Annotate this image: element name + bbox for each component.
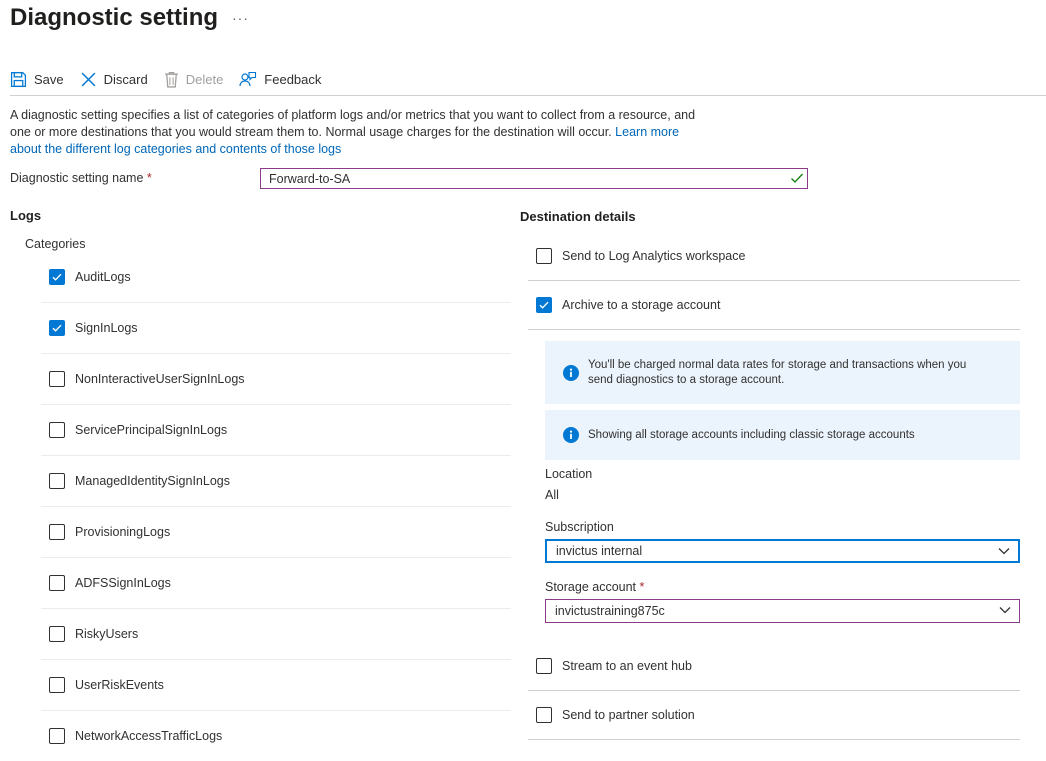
info-icon (563, 427, 579, 443)
category-label: NonInteractiveUserSignInLogs (75, 372, 245, 386)
event-hub-option[interactable]: Stream to an event hub (528, 642, 1020, 691)
category-checkbox[interactable] (49, 320, 65, 336)
storage-account-checkbox[interactable] (536, 297, 552, 313)
category-checkbox[interactable] (49, 473, 65, 489)
storage-account-value: invictustraining875c (555, 604, 665, 618)
partner-solution-option[interactable]: Send to partner solution (528, 691, 1020, 740)
info-icon (563, 364, 579, 381)
category-label: ServicePrincipalSignInLogs (75, 423, 228, 437)
category-row[interactable]: ProvisioningLogs (41, 507, 511, 558)
category-row[interactable]: ServicePrincipalSignInLogs (41, 405, 511, 456)
command-bar: Save Discard Delete Feedback (10, 66, 337, 92)
category-checkbox[interactable] (49, 371, 65, 387)
feedback-icon (239, 71, 257, 86)
storage-account-dropdown[interactable]: invictustraining875c (545, 599, 1020, 623)
category-checkbox[interactable] (49, 677, 65, 693)
trash-icon (164, 71, 178, 88)
info-banner-charges: You'll be charged normal data rates for … (545, 341, 1020, 404)
subscription-dropdown[interactable]: invictus internal (545, 539, 1020, 563)
partner-solution-label: Send to partner solution (562, 708, 695, 722)
close-icon (81, 72, 96, 86)
category-label: ADFSSignInLogs (75, 576, 171, 590)
storage-account-option[interactable]: Archive to a storage account (528, 281, 1020, 330)
logs-heading: Logs (10, 208, 42, 223)
save-button[interactable]: Save (10, 71, 64, 88)
category-row[interactable]: ADFSSignInLogs (41, 558, 511, 609)
category-checkbox[interactable] (49, 269, 65, 285)
subscription-label: Subscription (545, 520, 614, 534)
setting-name-input[interactable] (260, 168, 808, 189)
info-classic-text: Showing all storage accounts including c… (588, 428, 915, 441)
event-hub-checkbox[interactable] (536, 658, 552, 674)
log-analytics-option[interactable]: Send to Log Analytics workspace (528, 232, 1020, 281)
discard-button[interactable]: Discard (80, 71, 148, 88)
storage-account-label-text: Storage account (545, 580, 637, 594)
description: A diagnostic setting specifies a list of… (10, 107, 710, 158)
save-label: Save (34, 71, 64, 87)
chevron-down-icon (999, 607, 1011, 614)
category-checkbox[interactable] (49, 524, 65, 540)
category-label: RiskyUsers (75, 627, 139, 641)
category-checkbox[interactable] (49, 422, 65, 438)
checkmark-icon (52, 273, 62, 281)
log-analytics-label: Send to Log Analytics workspace (562, 249, 746, 263)
categories-heading: Categories (25, 237, 86, 251)
delete-button[interactable]: Delete (164, 71, 224, 88)
log-analytics-checkbox[interactable] (536, 248, 552, 264)
event-hub-label: Stream to an event hub (562, 659, 692, 673)
category-row[interactable]: NonInteractiveUserSignInLogs (41, 354, 511, 405)
category-row[interactable]: ManagedIdentitySignInLogs (41, 456, 511, 507)
category-row[interactable]: UserRiskEvents (41, 660, 511, 711)
category-row[interactable]: AuditLogs (41, 252, 511, 303)
category-label: UserRiskEvents (75, 678, 164, 692)
info-banner-classic: Showing all storage accounts including c… (545, 410, 1020, 460)
category-label: ProvisioningLogs (75, 525, 171, 539)
category-row[interactable]: SignInLogs (41, 303, 511, 354)
category-label: SignInLogs (75, 321, 138, 335)
info-charges-text: You'll be charged normal data rates for … (588, 358, 967, 386)
chevron-down-icon (998, 548, 1010, 555)
page-title: Diagnostic setting (10, 4, 219, 31)
feedback-button[interactable]: Feedback (239, 71, 321, 88)
destination-heading: Destination details (520, 209, 636, 224)
checkmark-icon (791, 173, 803, 183)
toolbar-divider (10, 95, 1046, 96)
required-mark: * (146, 171, 152, 185)
feedback-label: Feedback (264, 71, 322, 87)
save-icon (10, 71, 27, 87)
discard-label: Discard (103, 71, 148, 87)
storage-account-label: Storage account * (545, 580, 644, 594)
category-row[interactable]: NetworkAccessTrafficLogs (41, 711, 511, 761)
checkmark-icon (539, 301, 549, 309)
category-checkbox[interactable] (49, 575, 65, 591)
category-row[interactable]: RiskyUsers (41, 609, 511, 660)
delete-label: Delete (185, 71, 224, 87)
category-label: NetworkAccessTrafficLogs (75, 729, 223, 743)
location-label: Location (545, 467, 593, 481)
setting-name-label: Diagnostic setting name * (10, 171, 152, 185)
partner-solution-checkbox[interactable] (536, 707, 552, 723)
categories-list: AuditLogs SignInLogs NonInteractiveUserS… (41, 252, 511, 761)
required-mark: * (639, 580, 645, 594)
subscription-value: invictus internal (556, 544, 643, 558)
description-text: A diagnostic setting specifies a list of… (10, 108, 696, 139)
more-options-button[interactable]: ··· (232, 10, 249, 26)
category-label: ManagedIdentitySignInLogs (75, 474, 230, 488)
checkmark-icon (52, 324, 62, 332)
location-value: All (545, 488, 559, 502)
storage-account-option-label: Archive to a storage account (562, 298, 721, 312)
category-checkbox[interactable] (49, 626, 65, 642)
category-label: AuditLogs (75, 270, 131, 284)
setting-name-label-text: Diagnostic setting name (10, 171, 144, 185)
